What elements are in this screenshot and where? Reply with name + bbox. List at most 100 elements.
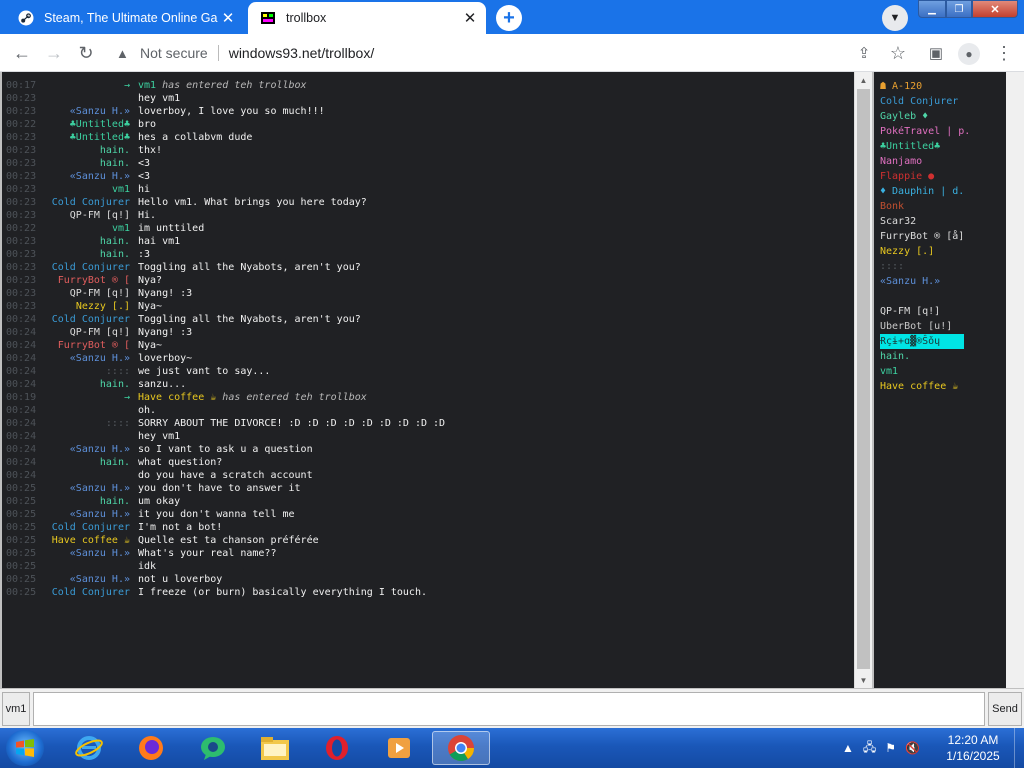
message-nick[interactable]: QP-FM [q!]	[38, 326, 130, 339]
opera-icon[interactable]	[312, 731, 362, 765]
user-list-item[interactable]: Have coffee ☕	[880, 379, 1004, 394]
message-nick[interactable]: QP-FM [q!]	[38, 209, 130, 222]
message-nick[interactable]: «Sanzu H.»	[38, 443, 130, 456]
user-list-item[interactable]: UberBot [u!]	[880, 319, 1004, 334]
nick-button[interactable]: vm1	[2, 692, 30, 726]
join-nick[interactable]: Have coffee ☕	[138, 392, 216, 403]
message-nick[interactable]: Cold Conjurer	[38, 261, 130, 274]
bookmark-star-icon[interactable]: ☆	[884, 39, 912, 67]
network-icon[interactable]: 🖧	[863, 738, 876, 759]
window-maximize-button[interactable]: ❐	[946, 0, 972, 18]
user-list-item[interactable]: Scar32	[880, 214, 1004, 229]
address-bar[interactable]: ▲ Not secure windows93.net/trollbox/	[108, 38, 848, 68]
user-list-item[interactable]: PokéTravel | p.	[880, 124, 1004, 139]
user-list-item[interactable]: ♦ Dauphin | d.	[880, 184, 1004, 199]
message-input[interactable]	[33, 692, 985, 726]
message-nick[interactable]: Cold Conjurer	[38, 586, 130, 599]
window-close-button[interactable]: ✕	[972, 0, 1018, 18]
message-nick[interactable]: ::::	[38, 417, 130, 430]
security-status[interactable]: Not secure	[140, 45, 208, 61]
user-list-item[interactable]: Cold Conjurer	[880, 94, 1004, 109]
message-nick[interactable]: Have coffee ☕	[38, 534, 130, 547]
message-nick[interactable]: hain.	[38, 248, 130, 261]
message-nick[interactable]: hain.	[38, 495, 130, 508]
user-list-item[interactable]: Flappie ●	[880, 169, 1004, 184]
user-list-item[interactable]: ::::	[880, 259, 1004, 274]
message-nick[interactable]: Nezzy [.]	[38, 300, 130, 313]
message-nick[interactable]: ♣Untitled♣	[38, 131, 130, 144]
share-icon[interactable]: ⇪	[850, 39, 878, 67]
message-nick[interactable]: vm1	[38, 222, 130, 235]
message-nick[interactable]: hain.	[38, 235, 130, 248]
send-button[interactable]: Send	[988, 692, 1022, 726]
forward-arrow-icon[interactable]: →	[40, 39, 68, 67]
message-nick[interactable]: hain.	[38, 144, 130, 157]
action-center-flag-icon[interactable]: ⚑	[885, 741, 896, 755]
message-nick[interactable]: «Sanzu H.»	[38, 105, 130, 118]
taskbar-clock[interactable]: 12:20 AM 1/16/2025	[938, 732, 1008, 764]
url-text[interactable]: windows93.net/trollbox/	[229, 45, 375, 61]
user-list-item[interactable]: ♣Untitled♣	[880, 139, 1004, 154]
firefox-icon[interactable]	[126, 731, 176, 765]
side-panel-icon[interactable]: ▣	[922, 39, 950, 67]
user-list-item[interactable]: FurryBot ® [å]	[880, 229, 1004, 244]
user-list-item[interactable]: Bonk	[880, 199, 1004, 214]
chat-message: 00:24 «Sanzu H.» loverboy~	[2, 352, 854, 365]
message-nick[interactable]: ♣Untitled♣	[38, 118, 130, 131]
back-arrow-icon[interactable]: ←	[8, 39, 36, 67]
message-nick[interactable]: Cold Conjurer	[38, 313, 130, 326]
message-nick[interactable]: hain.	[38, 157, 130, 170]
tab-close-icon[interactable]: ✕	[218, 8, 238, 28]
user-list-item[interactable]: ☗ A-120	[880, 79, 1004, 94]
message-nick[interactable]: vm1	[38, 183, 130, 196]
message-nick[interactable]: FurryBot ® [	[38, 339, 130, 352]
message-nick[interactable]: «Sanzu H.»	[38, 573, 130, 586]
message-nick[interactable]: «Sanzu H.»	[38, 508, 130, 521]
tab-trollbox[interactable]: trollbox ✕	[248, 2, 486, 34]
user-list-item[interactable]: vm1	[880, 364, 1004, 379]
user-list-item[interactable]: QP-FM [q!]	[880, 304, 1004, 319]
tray-expand-arrow-icon[interactable]: ▲	[842, 741, 854, 755]
chat-app-icon[interactable]	[188, 731, 238, 765]
menu-kebab-icon[interactable]: ⋮	[990, 39, 1018, 67]
message-nick[interactable]: hain.	[38, 456, 130, 469]
user-list-item[interactable]: Ɍçɨ+ɑ▓®Ŝǒɥ	[880, 334, 964, 349]
user-list-item[interactable]	[880, 289, 1004, 304]
join-nick[interactable]: vm1	[138, 80, 156, 91]
scrollbar-thumb[interactable]	[857, 89, 870, 669]
user-list-item[interactable]: Nanjamo	[880, 154, 1004, 169]
user-list-item[interactable]: «Sanzu H.»	[880, 274, 1004, 289]
profile-avatar-icon[interactable]: ●	[958, 43, 980, 65]
message-nick[interactable]: ::::	[38, 365, 130, 378]
message-nick[interactable]: «Sanzu H.»	[38, 482, 130, 495]
message-nick[interactable]: «Sanzu H.»	[38, 352, 130, 365]
chat-scrollbar[interactable]: ▲ ▼	[854, 72, 872, 688]
reload-icon[interactable]: ↻	[72, 39, 100, 67]
scroll-up-arrow-icon[interactable]: ▲	[855, 72, 872, 88]
tab-close-icon[interactable]: ✕	[460, 8, 480, 28]
message-nick[interactable]: hain.	[38, 378, 130, 391]
tab-search-chevron-down-icon[interactable]: ▼	[882, 5, 908, 31]
tab-steam[interactable]: Steam, The Ultimate Online Gam ✕	[6, 2, 244, 34]
user-list-item[interactable]: hain.	[880, 349, 1004, 364]
file-explorer-folder-icon[interactable]	[250, 731, 300, 765]
user-list-item[interactable]: Gayleb ♦	[880, 109, 1004, 124]
window-minimize-button[interactable]: ▁	[918, 0, 946, 18]
user-list-item[interactable]: Nezzy [.]	[880, 244, 1004, 259]
warning-triangle-icon[interactable]: ▲	[116, 46, 132, 61]
new-tab-button[interactable]: +	[496, 5, 522, 31]
message-nick[interactable]: QP-FM [q!]	[38, 287, 130, 300]
start-button[interactable]	[6, 730, 44, 766]
media-player-icon[interactable]	[374, 731, 424, 765]
chrome-icon[interactable]	[432, 731, 490, 765]
message-nick[interactable]: Cold Conjurer	[38, 521, 130, 534]
internet-explorer-icon[interactable]	[64, 731, 114, 765]
show-desktop-button[interactable]	[1014, 728, 1024, 768]
volume-muted-icon[interactable]: 🔇	[905, 741, 920, 755]
user-list-scrollbar[interactable]	[1006, 72, 1024, 688]
message-nick[interactable]: «Sanzu H.»	[38, 547, 130, 560]
message-nick[interactable]: «Sanzu H.»	[38, 170, 130, 183]
message-nick[interactable]: FurryBot ® [	[38, 274, 130, 287]
message-nick[interactable]: Cold Conjurer	[38, 196, 130, 209]
scroll-down-arrow-icon[interactable]: ▼	[855, 672, 872, 688]
